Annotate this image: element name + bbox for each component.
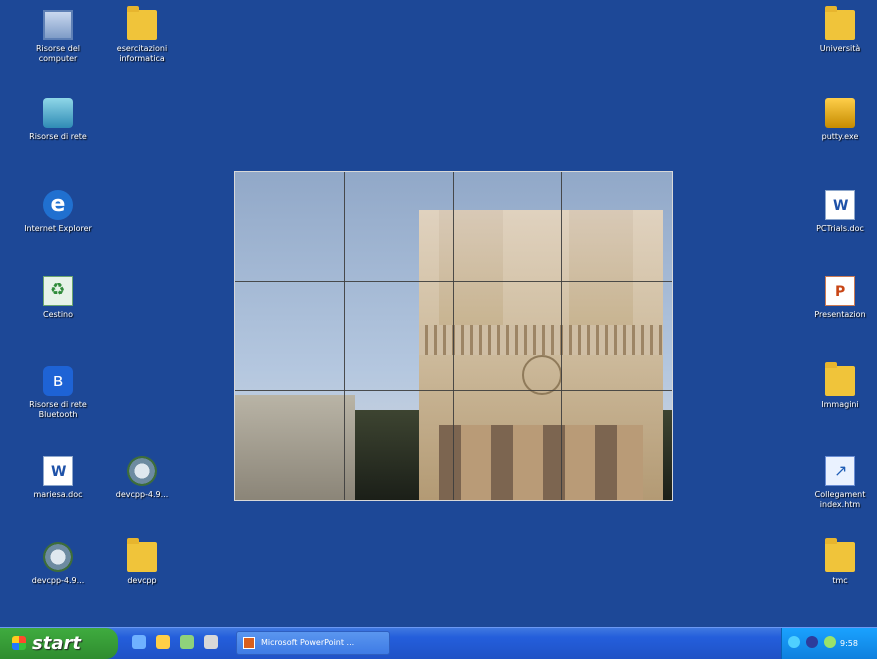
taskbar: start Microsoft PowerPoint ... 9:58	[0, 627, 877, 659]
folder-icon	[825, 538, 855, 572]
folder-icon	[825, 362, 855, 396]
desktop-icon-putty[interactable]: putty.exe	[800, 98, 877, 142]
desktop-icon-folder-right-3[interactable]: tmc	[800, 538, 877, 586]
desktop-icon-computer[interactable]: Risorse del computer	[18, 10, 98, 64]
desktop-icon-document-right[interactable]: PCTrials.doc	[800, 190, 877, 234]
setup-icon	[127, 456, 157, 486]
windows-logo-icon	[12, 636, 26, 650]
puzzle-grid-line	[344, 172, 345, 500]
cathedral-left-tower	[439, 210, 503, 325]
icon-label: Risorse del computer	[36, 44, 80, 63]
cathedral-right-tower	[569, 210, 633, 325]
desktop-icon-folder-2[interactable]: devcpp	[102, 538, 182, 586]
desktop-icon-folder-right-1[interactable]: Università	[800, 6, 877, 54]
photo-left-building	[235, 395, 355, 500]
bluetooth-icon: ʙ	[43, 366, 73, 396]
rose-window	[522, 355, 562, 395]
desktop: Risorse del computer esercitazioni infor…	[0, 0, 877, 628]
tray-icon[interactable]	[806, 636, 818, 648]
folder-icon	[127, 538, 157, 572]
setup-icon	[43, 542, 73, 572]
shortcut-icon	[825, 456, 855, 486]
tray-icon[interactable]	[788, 636, 800, 648]
icon-label: mariesa.doc	[33, 490, 83, 499]
quick-launch	[132, 635, 218, 649]
start-label: start	[32, 633, 81, 654]
desktop-icon-network[interactable]: Risorse di rete	[18, 98, 98, 142]
taskbar-powerpoint-button[interactable]: Microsoft PowerPoint ...	[236, 631, 390, 655]
folder-icon	[127, 6, 157, 40]
computer-icon	[43, 10, 73, 40]
tray-icon[interactable]	[824, 636, 836, 648]
icon-label: Risorse di rete	[29, 132, 87, 141]
icon-label: Collegament index.htm	[814, 490, 866, 509]
document-icon	[43, 456, 73, 486]
internet-explorer-icon: e	[43, 190, 73, 220]
quick-launch-icon[interactable]	[156, 635, 170, 649]
system-tray: 9:58	[781, 628, 877, 659]
photo-puzzle[interactable]	[234, 171, 673, 501]
desktop-icon-folder-right-2[interactable]: Immagini	[800, 362, 877, 410]
icon-label: Risorse di rete Bluetooth	[29, 400, 87, 419]
icon-label: esercitazioni informatica	[116, 44, 168, 63]
icon-label: Università	[819, 44, 861, 53]
icon-label: putty.exe	[821, 132, 859, 141]
icon-label: Immagini	[821, 400, 859, 409]
desktop-icon-ie[interactable]: e Internet Explorer	[18, 190, 98, 234]
puzzle-grid-line	[453, 172, 454, 500]
start-button[interactable]: start	[0, 628, 118, 659]
icon-label: PCTrials.doc	[816, 224, 864, 233]
document-icon	[825, 190, 855, 220]
icon-label: devcpp-4.9...	[115, 490, 169, 499]
cathedral-gallery	[419, 325, 663, 355]
puzzle-grid-line	[561, 172, 562, 500]
quick-launch-icon[interactable]	[132, 635, 146, 649]
quick-launch-icon[interactable]	[204, 635, 218, 649]
icon-label: devcpp-4.9...	[31, 576, 85, 585]
task-label: Microsoft PowerPoint ...	[261, 638, 355, 647]
desktop-icon-presentation[interactable]: Presentazion	[800, 276, 877, 320]
recycle-bin-icon	[43, 276, 73, 306]
puzzle-grid-line	[235, 390, 672, 391]
cathedral-doors	[439, 425, 643, 500]
quick-launch-icon[interactable]	[180, 635, 194, 649]
folder-icon	[825, 6, 855, 40]
presentation-icon	[825, 276, 855, 306]
powerpoint-icon	[243, 637, 255, 649]
desktop-icon-shortcut[interactable]: Collegament index.htm	[800, 456, 877, 510]
icon-label: tmc	[832, 576, 848, 585]
cathedral-image	[419, 210, 663, 500]
clock: 9:58	[840, 639, 858, 648]
desktop-icon-setup-2[interactable]: devcpp-4.9...	[18, 542, 98, 586]
desktop-icon-folder[interactable]: esercitazioni informatica	[102, 6, 182, 64]
desktop-icon-setup[interactable]: devcpp-4.9...	[102, 456, 182, 500]
icon-label: Presentazion	[814, 310, 866, 319]
icon-label: Cestino	[43, 310, 73, 319]
icon-label: devcpp	[127, 576, 157, 585]
puzzle-grid-line	[235, 281, 672, 282]
desktop-icon-bluetooth[interactable]: ʙ Risorse di rete Bluetooth	[18, 366, 98, 420]
network-icon	[43, 98, 73, 128]
desktop-icon-recycle-bin[interactable]: Cestino	[18, 276, 98, 320]
putty-icon	[825, 98, 855, 128]
icon-label: Internet Explorer	[24, 224, 92, 233]
desktop-icon-document[interactable]: mariesa.doc	[18, 456, 98, 500]
